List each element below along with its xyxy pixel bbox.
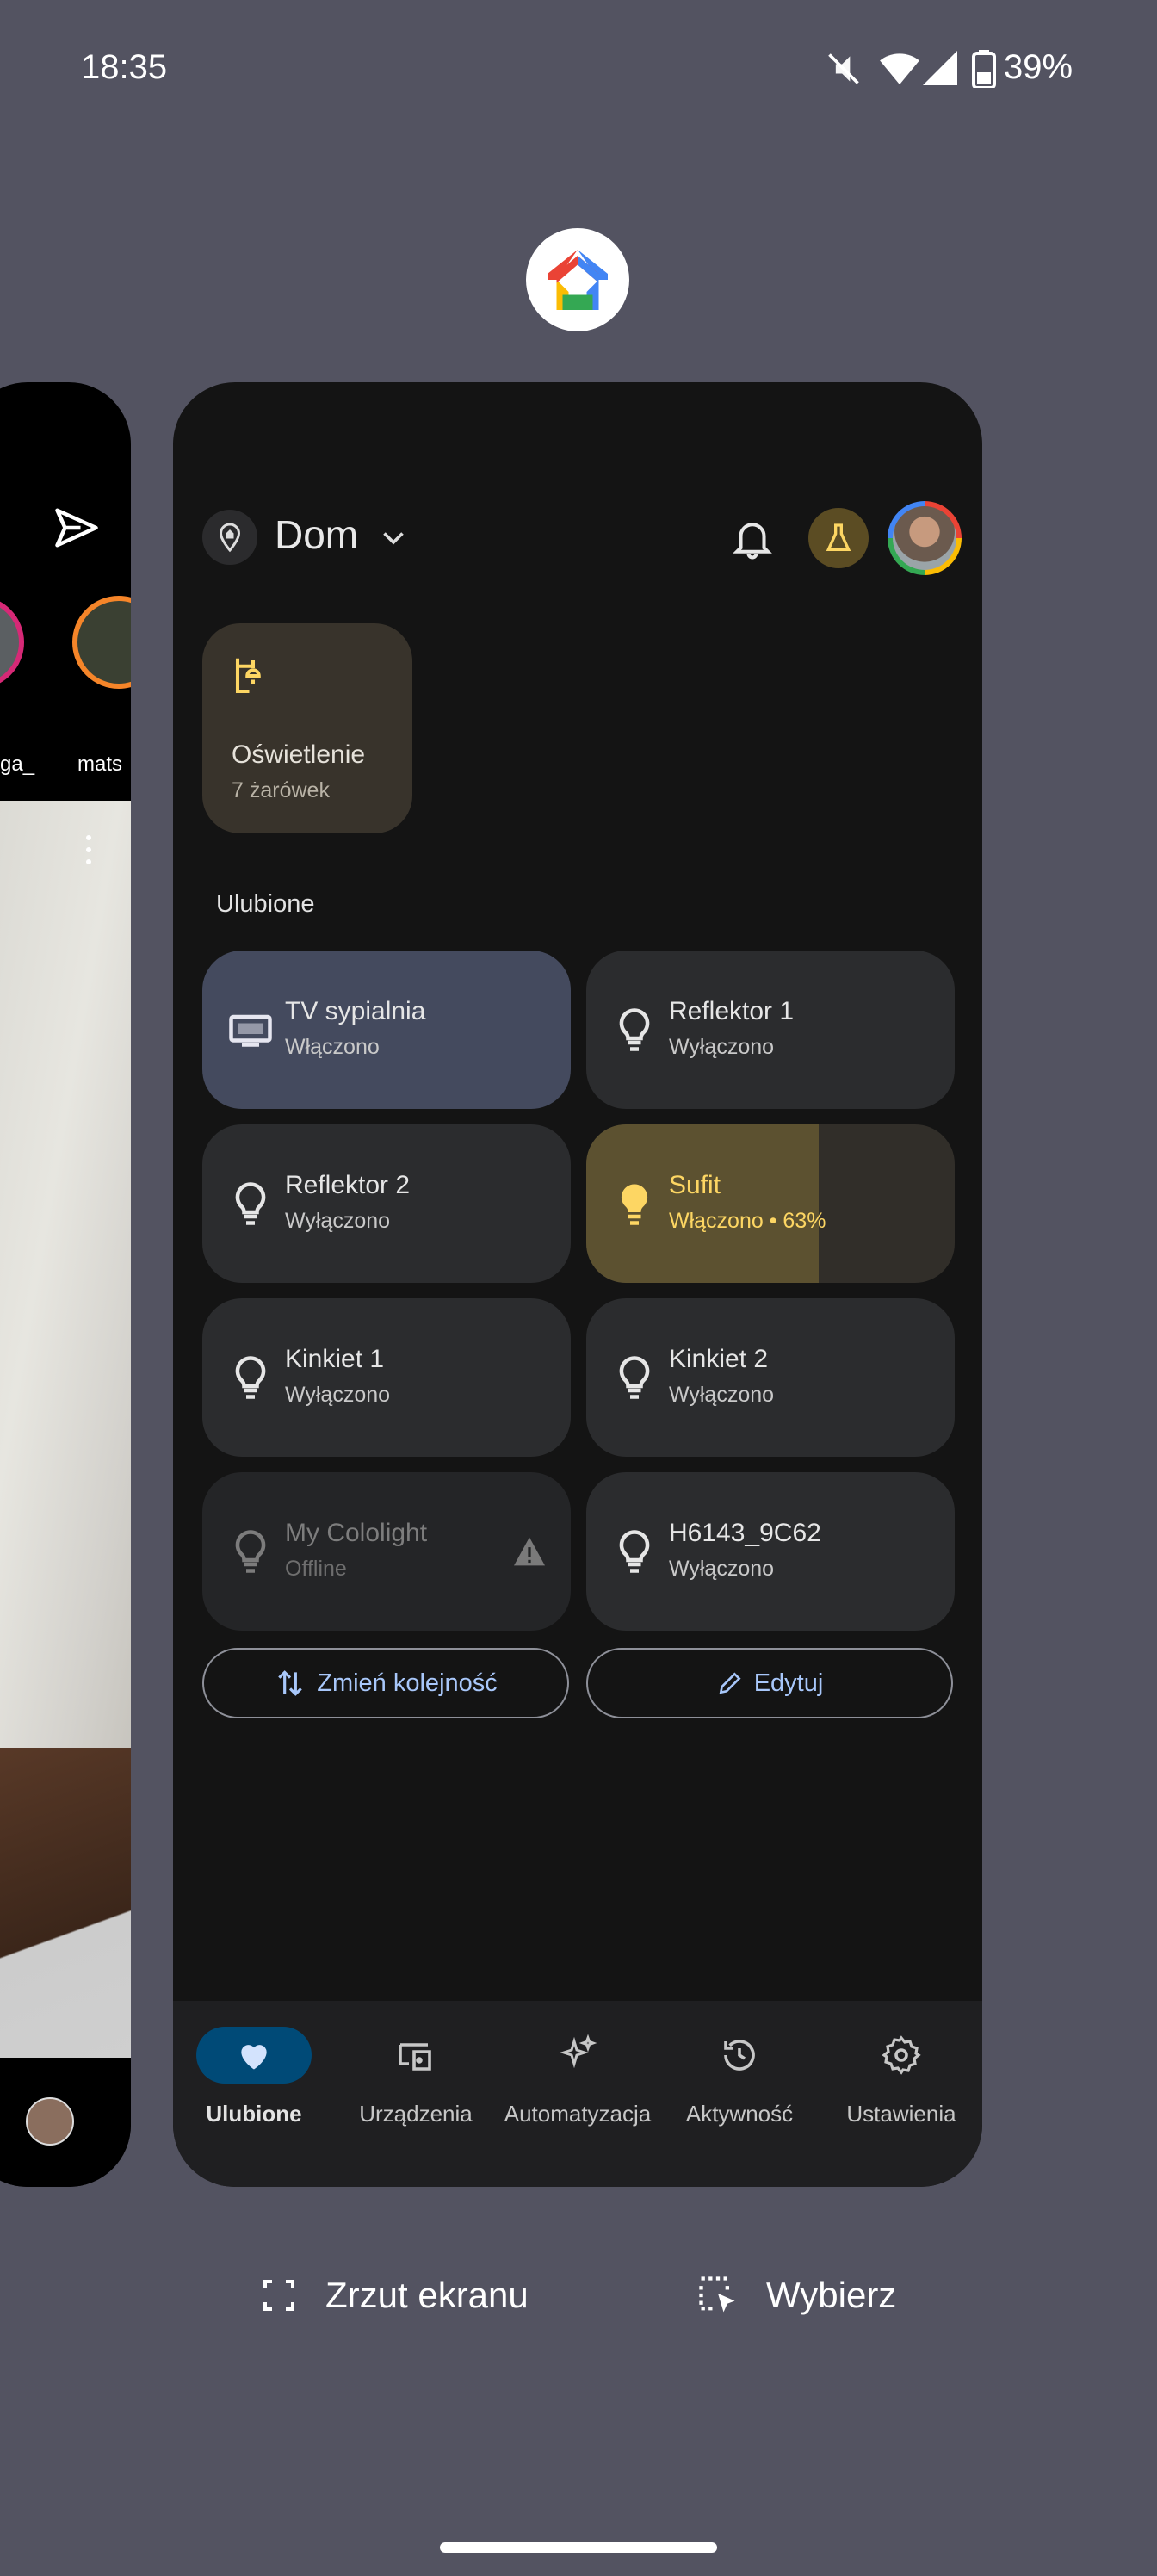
bottom-navigation: Ulubione Urządzenia Automatyzacja Aktywn…: [173, 2001, 982, 2187]
screenshot-button[interactable]: Zrzut ekranu: [258, 2273, 529, 2318]
device-state: Wyłączono: [669, 1383, 775, 1407]
bulb-icon: [619, 1008, 650, 1051]
swap-vertical-icon: [278, 1670, 303, 1696]
story-avatar: [0, 596, 24, 689]
bulb-icon: [619, 1530, 650, 1573]
gear-icon: [844, 2027, 959, 2084]
device-tile-reflektor-2[interactable]: Reflektor 2 Wyłączono: [202, 1124, 571, 1283]
gesture-navigation-bar[interactable]: [440, 2542, 717, 2553]
heart-icon: [196, 2027, 312, 2084]
device-name: My Cololight: [285, 1519, 428, 1547]
chair-image: [0, 1748, 131, 2058]
history-icon: [682, 2027, 797, 2084]
nav-tab-devices[interactable]: Urządzenia: [335, 2001, 497, 2187]
edit-label: Edytuj: [753, 1669, 824, 1697]
profile-avatar[interactable]: [26, 2097, 74, 2146]
labs-icon[interactable]: [808, 508, 869, 568]
warning-icon: [514, 1537, 545, 1566]
nav-label: Urządzenia: [359, 2101, 473, 2127]
devices-icon: [358, 2027, 473, 2084]
tv-icon: [229, 1014, 272, 1047]
bulb-icon: [619, 1356, 650, 1399]
sparkle-icon: [520, 2027, 635, 2084]
nav-label: Ustawienia: [846, 2101, 956, 2127]
nav-label: Ulubione: [206, 2101, 302, 2127]
post-photo: [0, 801, 131, 2058]
pencil-icon: [719, 1672, 741, 1694]
status-time: 18:35: [81, 48, 168, 86]
device-tile-kinkiet-2[interactable]: Kinkiet 2 Wyłączono: [586, 1298, 955, 1457]
lighting-count: 7 żarówek: [232, 778, 330, 802]
home-selector-label[interactable]: Dom: [275, 511, 358, 558]
select-label: Wybierz: [766, 2275, 897, 2315]
device-tile-sufit[interactable]: Sufit Włączono • 63%: [586, 1124, 955, 1283]
nav-label: Automatyzacja: [504, 2101, 652, 2127]
device-state: Włączono: [285, 1035, 380, 1059]
screenshot-label: Zrzut ekranu: [325, 2275, 529, 2315]
nav-tab-settings[interactable]: Ustawienia: [820, 2001, 982, 2187]
bulb-icon: [235, 1356, 266, 1399]
story-avatar: [72, 596, 131, 689]
battery-percent: 39%: [1004, 48, 1073, 86]
lighting-category-tile[interactable]: Oświetlenie 7 żarówek: [202, 623, 412, 833]
lamp-icon: [235, 658, 261, 694]
reorder-button[interactable]: Zmień kolejność: [202, 1648, 569, 1718]
nav-tab-favorites[interactable]: Ulubione: [173, 2001, 335, 2187]
story-label: ga_: [0, 752, 35, 776]
device-tile-tv-sypialnia[interactable]: TV sypialnia Włączono: [202, 951, 571, 1109]
more-icon[interactable]: [86, 835, 91, 840]
device-tile-h6143-9c62[interactable]: H6143_9C62 Wyłączono: [586, 1472, 955, 1631]
device-name: Kinkiet 2: [669, 1345, 769, 1373]
device-state: Wyłączono: [285, 1209, 391, 1233]
signal-icon: [923, 51, 957, 85]
bulb-icon: [621, 1184, 648, 1225]
device-name: Kinkiet 1: [285, 1345, 385, 1373]
lighting-title: Oświetlenie: [232, 740, 366, 769]
screenshot-icon: [263, 2280, 294, 2311]
nav-tab-automation[interactable]: Automatyzacja: [497, 2001, 659, 2187]
device-name: Reflektor 1: [669, 997, 795, 1025]
google-home-icon[interactable]: [526, 228, 629, 331]
device-tile-my-cololight[interactable]: My Cololight Offline: [202, 1472, 571, 1631]
device-name: TV sypialnia: [285, 997, 426, 1025]
send-icon: [55, 508, 98, 548]
reorder-label: Zmień kolejność: [317, 1669, 498, 1697]
story-label: mats: [77, 752, 123, 776]
device-state: Włączono • 63%: [669, 1209, 826, 1233]
nav-label: Aktywność: [685, 2101, 794, 2127]
google-home-recent-card[interactable]: Dom Oświetlenie 7 żarówek Ulubione TV sy…: [173, 382, 982, 2187]
home-location-icon[interactable]: [202, 510, 257, 565]
bulb-icon: [235, 1530, 266, 1573]
mute-icon: [828, 53, 859, 84]
device-state: Wyłączono: [669, 1557, 775, 1581]
device-state: Wyłączono: [669, 1035, 775, 1059]
bell-icon[interactable]: [729, 515, 776, 561]
device-state: Wyłączono: [285, 1383, 391, 1407]
edit-button[interactable]: Edytuj: [586, 1648, 953, 1718]
account-avatar[interactable]: [888, 501, 962, 575]
select-button[interactable]: Wybierz: [696, 2273, 896, 2318]
battery-icon: [972, 50, 996, 88]
device-name: Sufit: [669, 1171, 721, 1199]
device-name: Reflektor 2: [285, 1171, 411, 1199]
wifi-icon: [880, 53, 919, 85]
nav-tab-activity[interactable]: Aktywność: [659, 2001, 820, 2187]
device-name: H6143_9C62: [669, 1519, 821, 1547]
device-state: Offline: [285, 1557, 347, 1581]
select-icon: [699, 2276, 735, 2313]
favorites-heading: Ulubione: [216, 890, 315, 918]
bulb-icon: [235, 1182, 266, 1225]
chevron-down-icon[interactable]: [378, 522, 409, 553]
device-tile-reflektor-1[interactable]: Reflektor 1 Wyłączono: [586, 951, 955, 1109]
instagram-recent-card[interactable]: ga_ mats: [0, 382, 131, 2187]
device-tile-kinkiet-1[interactable]: Kinkiet 1 Wyłączono: [202, 1298, 571, 1457]
